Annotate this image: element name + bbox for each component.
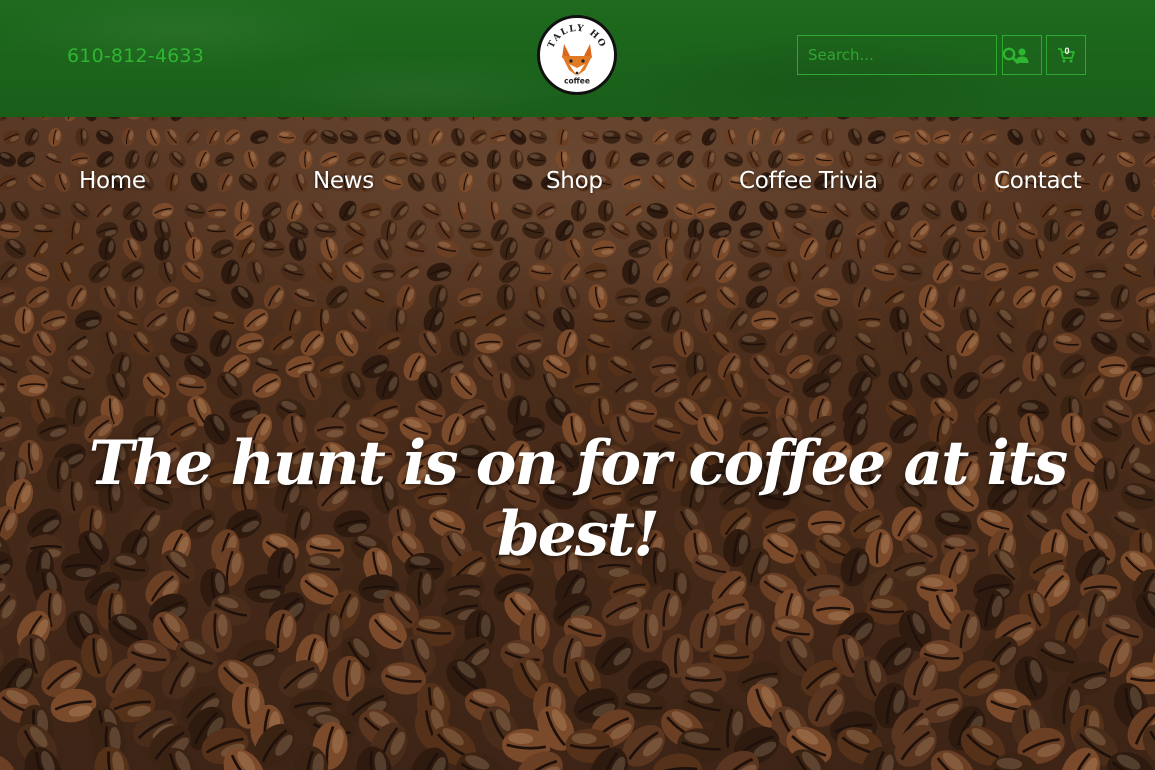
user-icon [1015, 47, 1029, 63]
nav-news[interactable]: News [313, 168, 374, 194]
account-button[interactable] [1002, 35, 1042, 75]
phone-number[interactable]: 610-812-4633 [67, 45, 204, 67]
logo-bottom-text: coffee [564, 77, 590, 86]
nav-home[interactable]: Home [79, 168, 146, 194]
search-input[interactable] [798, 36, 1002, 74]
logo-top-text: TALLY HO [547, 24, 606, 50]
nav-coffee-trivia[interactable]: Coffee Trivia [739, 168, 878, 194]
hero-tagline: The hunt is on for coffee at its best! [88, 428, 1068, 570]
nav-shop[interactable]: Shop [546, 168, 603, 194]
cart-count-badge: 0 [1064, 46, 1070, 56]
site-header: 610-812-4633 TALLY HO coffee Search... 0 [0, 0, 1155, 117]
main-navigation: Home News Shop Coffee Trivia Contact [0, 117, 1155, 247]
svg-text:TALLY HO: TALLY HO [547, 24, 608, 50]
cart-button[interactable]: 0 [1046, 35, 1086, 75]
fox-icon: TALLY HO coffee [547, 24, 608, 86]
site-logo[interactable]: TALLY HO coffee [537, 15, 617, 95]
search-form [797, 35, 1019, 75]
nav-contact[interactable]: Contact [994, 168, 1082, 194]
